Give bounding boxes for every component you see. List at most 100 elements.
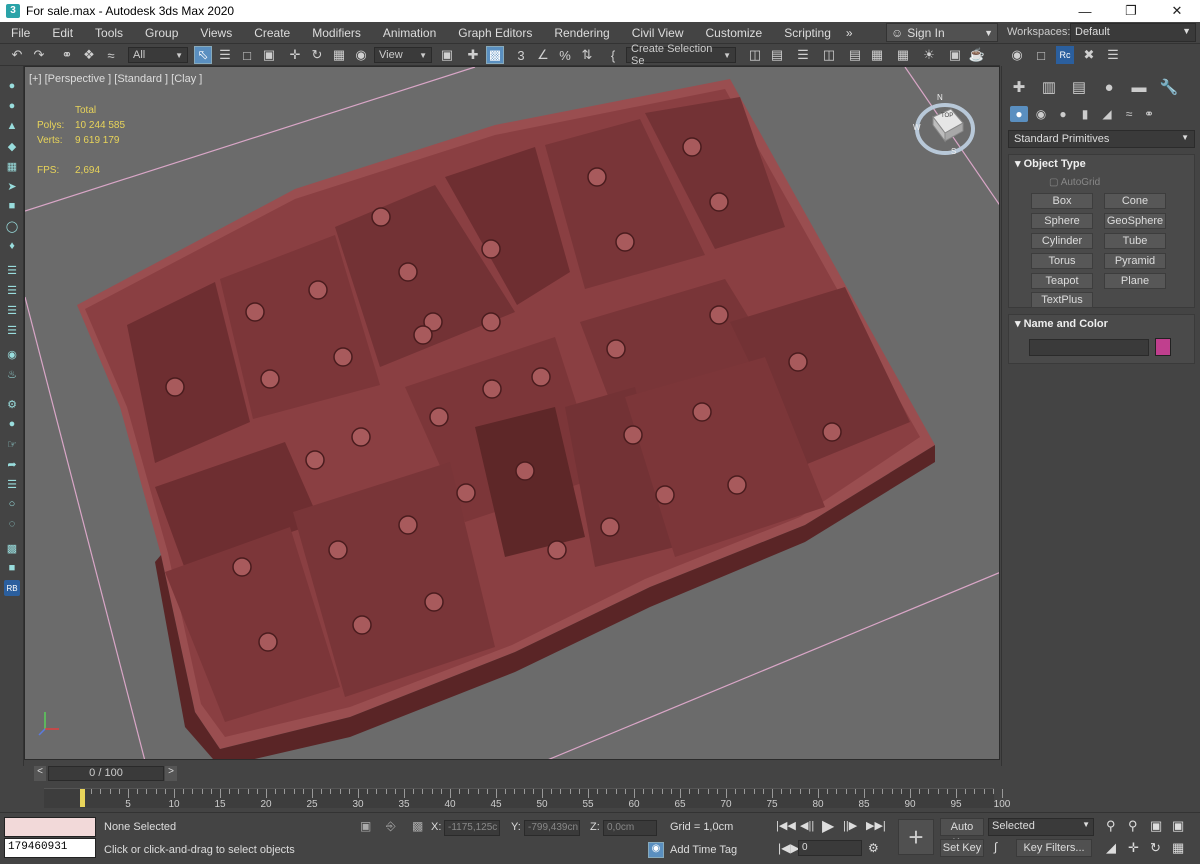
railclone-icon[interactable]: Rc	[1056, 46, 1074, 64]
go-to-start-icon[interactable]: |◀◀	[776, 819, 796, 832]
redo-icon[interactable]: ↷	[30, 46, 48, 64]
cameras-icon[interactable]: ▮	[1076, 106, 1094, 122]
align-top-icon[interactable]: ☰	[4, 322, 20, 338]
geometry-icon[interactable]: ●	[1010, 106, 1028, 122]
minimize-button[interactable]: —	[1062, 0, 1108, 22]
zoom-extents-all-icon[interactable]: ▣	[1172, 818, 1184, 834]
lightbulb-icon[interactable]: ♨	[4, 366, 20, 382]
lock-icon[interactable]: ■	[4, 560, 20, 576]
pyramid-button[interactable]: Pyramid	[1104, 253, 1166, 269]
pan-icon[interactable]: ✛	[1128, 840, 1139, 856]
plane-button[interactable]: Plane	[1104, 273, 1166, 289]
teapot-button[interactable]: Teapot	[1031, 273, 1093, 289]
keyboard-shortcut-override-icon[interactable]: ▩	[486, 46, 504, 64]
menu-views[interactable]: Views	[189, 22, 243, 44]
render-production-icon[interactable]: ☕	[968, 46, 986, 64]
snaps-toggle-icon[interactable]: 3	[512, 46, 530, 64]
menu-graph-editors[interactable]: Graph Editors	[447, 22, 543, 44]
mirror-icon[interactable]: ◫	[746, 46, 764, 64]
render-message-icon[interactable]: □	[1032, 46, 1050, 64]
workspaces-select[interactable]: Default ▼	[1070, 23, 1196, 42]
menu-customize[interactable]: Customize	[695, 22, 774, 44]
textplus-button[interactable]: TextPlus	[1031, 292, 1093, 308]
sign-in-dropdown[interactable]: ☺ Sign In ▼	[886, 23, 998, 42]
primitive-category-dropdown[interactable]: Standard Primitives ▼	[1008, 130, 1195, 148]
utilities-tab-icon[interactable]: 🔧	[1158, 78, 1180, 96]
named-selection-sets-dropdown[interactable]: Create Selection Se ▼	[626, 43, 736, 67]
eye-icon[interactable]: ◉	[4, 346, 20, 362]
object-type-header[interactable]: ▾ Object Type	[1009, 155, 1194, 173]
hand-icon[interactable]: ☞	[4, 436, 20, 452]
bulb-icon[interactable]: ●	[4, 78, 20, 94]
align-right-icon[interactable]: ☰	[4, 302, 20, 318]
align-center-icon[interactable]: ☰	[4, 282, 20, 298]
render-icon[interactable]: ◉	[1008, 46, 1026, 64]
percent-snap-icon[interactable]: %	[556, 46, 574, 64]
helpers-icon[interactable]: ◢	[1098, 106, 1116, 122]
selection-lock-icon[interactable]: ⎆	[386, 819, 396, 834]
name-color-header[interactable]: ▾ Name and Color	[1009, 315, 1194, 333]
place-icon[interactable]: ◉	[352, 46, 370, 64]
toggle-ribbon-icon[interactable]: ◫	[820, 46, 838, 64]
maximize-button[interactable]: ❐	[1108, 0, 1154, 22]
play-icon[interactable]: ▶	[822, 816, 834, 836]
angle-snap-icon[interactable]: ∠	[534, 46, 552, 64]
select-manipulate-icon[interactable]: ✚	[464, 46, 482, 64]
hierarchy-tab-icon[interactable]: ▤	[1068, 78, 1090, 96]
box-button[interactable]: Box	[1031, 193, 1093, 209]
menu-tools[interactable]: Tools	[84, 22, 134, 44]
key-filters-button[interactable]: Key Filters...	[1016, 839, 1092, 857]
torus-icon[interactable]: ◯	[4, 218, 20, 234]
align-icon[interactable]: ▤	[768, 46, 786, 64]
align-left-icon[interactable]: ☰	[4, 262, 20, 278]
menu-more-button[interactable]: »	[842, 22, 857, 44]
zoom-icon[interactable]: ⚲	[1106, 818, 1116, 834]
create-tab-icon[interactable]: ✚	[1008, 78, 1030, 96]
autogrid-checkbox[interactable]: ▢ AutoGrid	[1049, 177, 1100, 188]
viewport-label[interactable]: [+] [Perspective ] [Standard ] [Clay ]	[29, 73, 202, 85]
y-coordinate-field[interactable]: -799,439cn	[524, 820, 580, 836]
schematic-view-icon[interactable]: ▦	[868, 46, 886, 64]
object-color-swatch[interactable]	[1155, 338, 1171, 356]
unlink-icon[interactable]: ❖	[80, 46, 98, 64]
z-coordinate-field[interactable]: 0,0cm	[603, 820, 657, 836]
arrow-icon[interactable]: ➦	[4, 456, 20, 472]
key-mode-dropdown[interactable]: Selected ▼	[988, 818, 1094, 836]
scene-icon[interactable]: ▲	[4, 118, 20, 134]
close-button[interactable]: ✕	[1154, 0, 1200, 22]
maxscript-input[interactable]: 179460931	[4, 838, 96, 858]
select-by-name-icon[interactable]: ☰	[216, 46, 234, 64]
systems-icon[interactable]: ⚭	[1140, 106, 1158, 122]
rb-icon[interactable]: RB	[4, 580, 20, 596]
menu-scripting[interactable]: Scripting	[773, 22, 842, 44]
set-keys-icon[interactable]: +	[898, 819, 934, 855]
frame-icon[interactable]: ▩	[4, 540, 20, 556]
layer-explorer-icon[interactable]: ☰	[794, 46, 812, 64]
curve-editor-icon[interactable]: ▤	[846, 46, 864, 64]
script-icon[interactable]: ☰	[1104, 46, 1122, 64]
display-tab-icon[interactable]: ▬	[1128, 78, 1150, 96]
grid-icon[interactable]: ▦	[4, 158, 20, 174]
drop-icon[interactable]: ♦	[4, 238, 20, 254]
pivot-center-icon[interactable]: ▣	[438, 46, 456, 64]
tube-button[interactable]: Tube	[1104, 233, 1166, 249]
menu-file[interactable]: File	[0, 22, 41, 44]
current-frame-marker[interactable]	[80, 789, 85, 807]
isolate-selection-icon[interactable]: ▣	[360, 819, 371, 833]
time-slider-next-button[interactable]: >	[165, 766, 177, 781]
pointer-icon[interactable]: ➤	[4, 178, 20, 194]
time-slider-prev-button[interactable]: <	[34, 766, 46, 781]
set-key-button[interactable]: Set Key	[940, 839, 984, 857]
zoom-extents-icon[interactable]: ▣	[1150, 818, 1162, 834]
space-warps-icon[interactable]: ≈	[1120, 106, 1138, 122]
time-configuration-icon[interactable]: ⚙	[868, 841, 879, 855]
rendered-frame-window-icon[interactable]: ▣	[946, 46, 964, 64]
auto-key-button[interactable]: Auto Key	[940, 818, 984, 849]
box-icon[interactable]: ■	[4, 198, 20, 214]
current-frame-field[interactable]: 0	[798, 840, 862, 856]
select-object-icon[interactable]: ⬁	[194, 46, 212, 64]
maxscript-listener-area[interactable]	[4, 817, 96, 837]
lights-icon[interactable]: ●	[1054, 106, 1072, 122]
time-slider[interactable]: 0 / 100	[48, 766, 164, 781]
link-icon[interactable]: ⚭	[58, 46, 76, 64]
